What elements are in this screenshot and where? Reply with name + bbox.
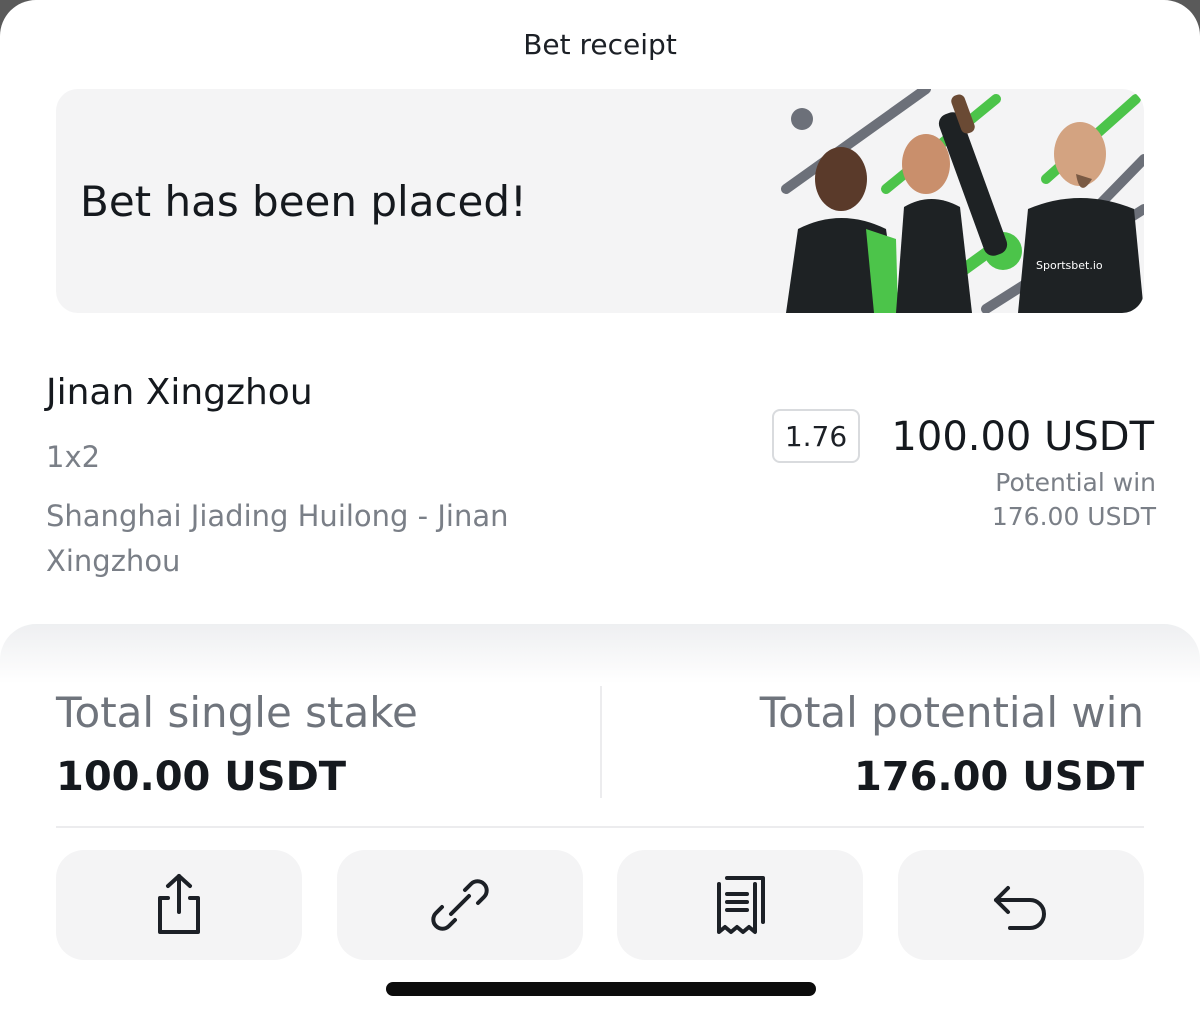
copy-link-button[interactable] (337, 850, 583, 960)
total-stake-value: 100.00 USDT (56, 754, 347, 800)
totals-divider (600, 686, 602, 798)
potential-win-label: Potential win (995, 468, 1156, 497)
link-icon (431, 879, 489, 931)
total-stake-label: Total single stake (56, 688, 418, 737)
undo-icon (994, 886, 1046, 930)
odds-badge: 1.76 (772, 409, 860, 463)
summary-divider-shade (0, 624, 1200, 684)
view-receipt-button[interactable] (617, 850, 863, 960)
home-indicator[interactable] (386, 982, 816, 996)
share-button[interactable] (56, 850, 302, 960)
actions-divider (56, 826, 1144, 828)
confirmation-banner: Bet has been placed! Sportsbet.io (56, 89, 1144, 313)
bet-selection: Jinan Xingzhou (46, 372, 313, 413)
banner-message: Bet has been placed! (80, 177, 527, 226)
back-button[interactable] (898, 850, 1144, 960)
page-title: Bet receipt (523, 28, 677, 61)
bet-stake: 100.00 USDT (891, 414, 1154, 460)
total-win-label: Total potential win (759, 688, 1144, 737)
bet-market: 1x2 (46, 440, 101, 474)
potential-win-value: 176.00 USDT (991, 502, 1156, 531)
banner-brand-text: Sportsbet.io (1036, 259, 1103, 272)
total-win-value: 176.00 USDT (853, 754, 1144, 800)
banner-players-image: Sportsbet.io (781, 89, 1144, 313)
bet-receipt-sheet: Bet receipt Bet has been placed! Sportsb… (0, 0, 1200, 1017)
receipt-icon (717, 876, 765, 934)
share-icon (158, 874, 200, 934)
bet-event: Shanghai Jiading Huilong - Jinan Xingzho… (46, 499, 509, 578)
